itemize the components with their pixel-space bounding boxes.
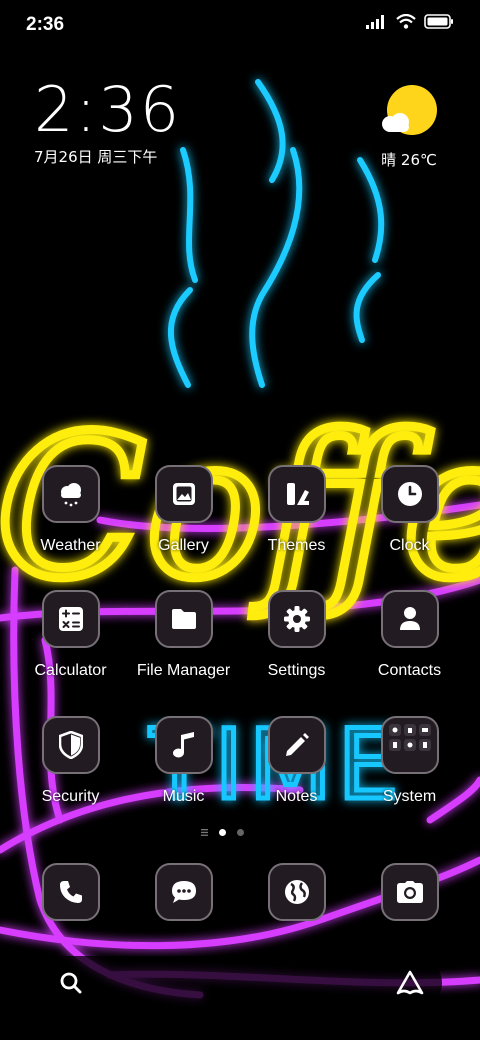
app-icon-system[interactable]	[380, 716, 439, 774]
image-icon	[172, 483, 195, 505]
app-label-notes: Notes	[275, 788, 318, 805]
dock-icon-messages[interactable]	[154, 863, 213, 921]
page-dot-active[interactable]	[219, 829, 226, 836]
app-label-gallery: Gallery	[158, 537, 209, 554]
app-icon-calculator[interactable]	[41, 590, 100, 648]
calculator-icon	[58, 607, 83, 631]
cloud-rain-icon	[60, 483, 81, 507]
app-label-system: System	[382, 788, 437, 805]
clock-icon	[397, 482, 422, 506]
folder-grid-icon	[388, 724, 431, 751]
status-icons	[366, 14, 454, 29]
app-security[interactable]: Security	[14, 716, 127, 806]
app-icon-weather[interactable]	[41, 465, 100, 523]
app-contacts[interactable]: Contacts	[353, 590, 466, 680]
app-label-settings: Settings	[267, 662, 326, 679]
music-note-icon	[172, 732, 194, 758]
status-bar: 2:36	[0, 0, 480, 48]
pencil-icon	[285, 733, 309, 756]
widget-date: 7月26日 周三下午	[34, 148, 158, 166]
signal-icon	[366, 14, 384, 29]
app-label-clock: Clock	[389, 537, 430, 554]
status-time: 2:36	[26, 14, 65, 35]
app-clock[interactable]: Clock	[353, 465, 466, 555]
wifi-icon	[396, 14, 416, 29]
app-icon-themes[interactable]	[267, 465, 326, 523]
assistant-icon[interactable]	[396, 970, 424, 996]
app-icon-gallery[interactable]	[154, 465, 213, 523]
sun-cloud-icon	[382, 85, 437, 135]
search-bar[interactable]	[38, 956, 442, 1010]
dock-icon-phone[interactable]	[41, 863, 100, 921]
app-settings[interactable]: Settings	[240, 590, 353, 680]
app-music[interactable]: Music	[127, 716, 240, 806]
widget-time: 2:36	[34, 73, 182, 146]
dock-icon-camera[interactable]	[380, 863, 439, 921]
app-label-weather: Weather	[40, 537, 101, 554]
brush-icon	[286, 483, 309, 505]
app-calculator[interactable]: Calculator	[14, 590, 127, 680]
globe-icon	[284, 880, 309, 904]
page-dot[interactable]	[237, 829, 244, 836]
clock-widget[interactable]: 2:36 7月26日 周三下午	[34, 78, 181, 167]
shield-icon	[58, 731, 83, 759]
app-icon-music[interactable]	[154, 716, 213, 774]
dock-camera[interactable]	[353, 863, 466, 921]
dock-messages[interactable]	[127, 863, 240, 921]
menu-lines-icon	[201, 829, 208, 836]
camera-icon	[396, 881, 423, 903]
app-label-calculator: Calculator	[34, 662, 107, 679]
search-icon[interactable]	[60, 972, 82, 994]
app-label-file-manager: File Manager	[136, 662, 231, 679]
app-label-themes: Themes	[267, 537, 326, 554]
app-themes[interactable]: Themes	[240, 465, 353, 555]
app-label-music: Music	[162, 788, 205, 805]
app-icon-notes[interactable]	[267, 716, 326, 774]
app-icon-clock[interactable]	[380, 465, 439, 523]
steam-lines	[167, 79, 385, 388]
app-label-contacts: Contacts	[377, 662, 442, 679]
app-icon-settings[interactable]	[267, 590, 326, 648]
battery-icon	[424, 14, 453, 29]
app-icon-contacts[interactable]	[380, 590, 439, 648]
page-indicator[interactable]	[201, 829, 244, 836]
app-icon-file-manager[interactable]	[154, 590, 213, 648]
dock-phone[interactable]	[14, 863, 127, 921]
weather-widget[interactable]: 晴 26℃	[374, 84, 444, 170]
app-gallery[interactable]: Gallery	[127, 465, 240, 555]
weather-text: 晴 26℃	[381, 151, 437, 169]
folder-icon	[171, 609, 196, 629]
app-label-security: Security	[41, 788, 100, 805]
app-notes[interactable]: Notes	[240, 716, 353, 806]
person-icon	[399, 607, 420, 630]
app-file-manager[interactable]: File Manager	[127, 590, 240, 680]
dock-browser[interactable]	[240, 863, 353, 921]
gear-icon	[283, 606, 310, 632]
app-weather[interactable]: Weather	[14, 465, 127, 555]
app-icon-security[interactable]	[41, 716, 100, 774]
dock-icon-browser[interactable]	[267, 863, 326, 921]
phone-icon	[59, 881, 82, 903]
app-system[interactable]: System	[353, 716, 466, 806]
chat-icon	[171, 881, 196, 903]
